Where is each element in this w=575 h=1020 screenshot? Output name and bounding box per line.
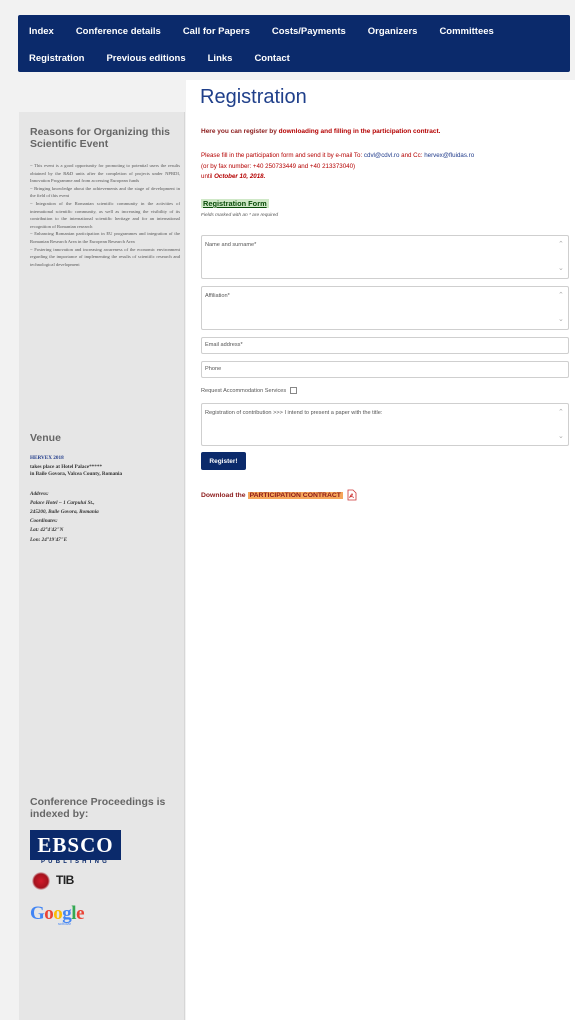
google-scholar-logo[interactable]: Google [30,903,84,925]
tib-logo[interactable]: TIB [30,870,125,892]
registration-form-title: Registration Form [201,199,269,208]
scroll-down-icon: ⌄ [558,433,564,440]
fill-mid: and Cc: [399,152,425,159]
coordinates-label: Coordinates: [30,518,58,524]
venue-place-line2: in Baile Govora, Valcea County, Romania [30,471,123,477]
top-navigation: Index Conference details Call for Papers Co… [18,15,570,72]
participation-contract-link[interactable]: PARTICIPATION CONTRACT [247,491,343,499]
page-title: Registration [200,86,307,108]
until-prefix: until [201,173,215,180]
email-cc-link[interactable]: hervex@fluidas.ro [424,152,474,159]
contribution-textarea[interactable]: Registration of contribution >>> I inten… [201,403,569,446]
venue-place-line1: takes place at Hotel Palace***** [30,464,103,470]
reason-paragraph: ~ Integration of the Romanian scientific… [30,200,180,229]
nav-item-index[interactable]: Index [18,26,65,37]
email-input[interactable]: Email address* [201,337,569,354]
reason-paragraph: ~ Fostering innovation and increasing aw… [30,246,180,267]
name-textarea[interactable]: Name and surname* ⌃ ⌄ [201,235,569,279]
contribution-scrollbar[interactable]: ⌃ ⌄ [558,409,566,440]
nav-item-committees[interactable]: Committees [428,26,504,37]
affiliation-textarea[interactable]: Affiliation* ⌃ ⌄ [201,286,569,330]
name-placeholder: Name and surname* [205,242,257,248]
register-button[interactable]: Register! [201,452,246,470]
fax-line: (or by fax number: +40 250733449 and +40… [201,163,356,170]
name-scrollbar[interactable]: ⌃ ⌄ [558,241,566,272]
longitude: Lon: 24°19'47"E [30,537,68,543]
address-line1: Palace Hotel ~ 1 Carpului St., [30,500,95,506]
main-content [186,80,575,1020]
reason-paragraph: ~ Enhancing Romanian participation in EU… [30,231,180,244]
tib-dot-icon [32,872,50,890]
reasons-list: ~ This event is a good opportunity for p… [30,162,180,268]
nav-item-conference-details[interactable]: Conference details [65,26,172,37]
reason-paragraph: ~ This event is a good opportunity for p… [30,163,180,184]
nav-item-previous-editions[interactable]: Previous editions [95,53,196,64]
affiliation-placeholder: Affiliation* [205,293,230,299]
latitude: Lat: 42°4'42"N [30,527,64,533]
email-placeholder: Email address* [205,342,243,348]
nav-item-organizers[interactable]: Organizers [357,26,429,37]
ebsco-logo[interactable]: EBSCO [30,830,121,860]
address-label: Address: [30,491,49,497]
accommodation-label: Request Accommodation Services [201,387,287,394]
accommodation-row: Request Accommodation Services [201,387,298,394]
tib-logo-text: TIB [56,873,74,887]
scroll-down-icon: ⌄ [558,316,564,323]
google-logo-text: Google [30,903,84,924]
download-prefix: Download the [201,491,246,499]
google-scholar-sub: scholar [58,921,71,926]
contribution-placeholder: Registration of contribution >>> I inten… [205,410,383,416]
phone-placeholder: Phone [205,366,222,372]
fill-prefix: Please fill in the participation form an… [201,152,364,159]
deadline-line: until October 10, 2018. [201,172,265,181]
nav-item-registration[interactable]: Registration [18,53,95,64]
until-date: October 10, 2018. [214,173,266,180]
required-note: Fields marked with an * are required [201,213,279,218]
nav-row-secondary: Registration Previous editions Links Contac… [18,45,301,72]
nav-item-contact[interactable]: Contact [243,53,300,64]
venue-event: HERVEX 2018 [30,455,64,461]
proceedings-title: Conference Proceedings is indexed by: [30,796,166,820]
address-line2: 245200, Baile Govora, Romania [30,509,99,515]
intro-highlight: downloading and filling in the participa… [278,128,441,135]
intro-text: Here you can register by downloading and… [201,128,440,135]
download-contract: Download the PARTICIPATION CONTRACT [201,489,357,501]
nav-row-primary: Index Conference details Call for Papers Co… [18,18,505,45]
pdf-icon[interactable] [347,489,357,501]
ebsco-logo-sub: PUBLISHING [40,859,110,865]
intro-prefix: Here you can register by [201,128,279,135]
email-to-link[interactable]: cdvl@cdvl.ro [364,152,400,159]
scroll-up-icon: ⌃ [558,292,564,299]
fill-instructions: Please fill in the participation form an… [201,151,474,160]
affiliation-scrollbar[interactable]: ⌃ ⌄ [558,292,566,323]
nav-item-costs-payments[interactable]: Costs/Payments [261,26,357,37]
scroll-up-icon: ⌃ [558,409,564,416]
venue-title: Venue [30,432,61,444]
scroll-down-icon: ⌄ [558,265,564,272]
phone-input[interactable]: Phone [201,361,569,378]
reason-paragraph: ~ Bringing knowledge about the achieveme… [30,185,180,199]
reasons-title: Reasons for Organizing this Scientific E… [30,126,171,150]
accommodation-checkbox[interactable] [290,387,298,394]
nav-item-call-for-papers[interactable]: Call for Papers [172,26,261,37]
nav-item-links[interactable]: Links [197,53,244,64]
scroll-up-icon: ⌃ [558,241,564,248]
